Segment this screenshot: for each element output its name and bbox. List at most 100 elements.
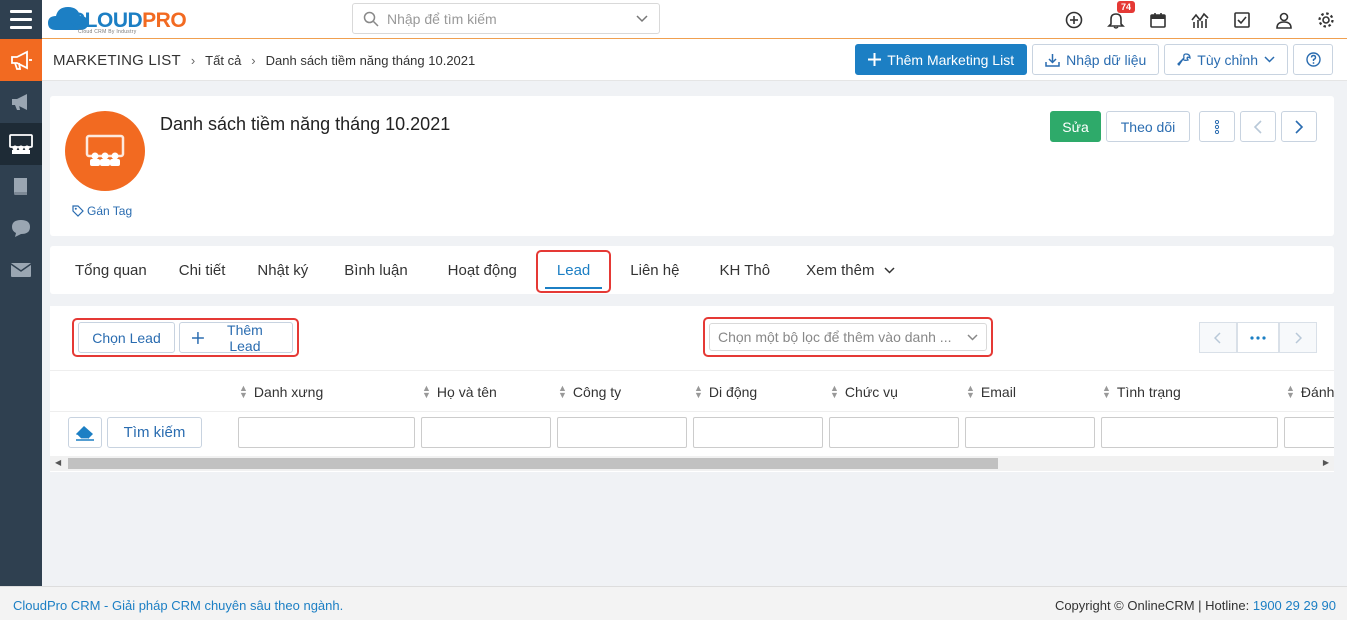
column-header-email[interactable]: ▲ ▼ Email [966,371,1016,413]
more-actions-button[interactable] [1199,111,1235,142]
megaphone-icon [11,50,32,70]
report-chart-icon[interactable] [1179,0,1221,39]
follow-button[interactable]: Theo dõi [1106,111,1190,142]
global-search-input[interactable]: Nhập để tìm kiếm [352,3,660,34]
edit-button[interactable]: Sửa [1050,111,1101,142]
tab-label: Tổng quan [75,261,147,279]
filter-select[interactable]: Chọn một bộ lọc để thêm vào danh ... [709,323,987,351]
next-page-button[interactable] [1279,322,1317,353]
filter-input-full-name[interactable] [421,417,551,448]
filter-input-email[interactable] [965,417,1095,448]
sort-icon: ▲ ▼ [1286,383,1295,400]
chevron-down-icon [1264,56,1275,63]
settings-gear-icon[interactable] [1305,0,1347,39]
add-marketing-list-button[interactable]: Thêm Marketing List [855,44,1028,75]
tab-details[interactable]: Chi tiết [163,246,242,294]
clear-filters-button[interactable] [68,417,102,448]
sort-icon: ▲ ▼ [830,383,839,400]
chevron-down-icon [967,333,978,341]
sidebar-item-email[interactable] [0,249,42,291]
import-data-button[interactable]: Nhập dữ liệu [1032,44,1160,75]
filter-input-company[interactable] [557,417,687,448]
tab-comments[interactable]: Bình luận [324,246,427,294]
task-checkbox-icon[interactable] [1221,0,1263,39]
notification-bell-icon[interactable]: 74 [1095,0,1137,39]
column-header-position[interactable]: ▲ ▼ Chức vụ [830,371,898,413]
column-header-rating[interactable]: ▲ ▼ Đánh [1286,371,1334,413]
tab-overview[interactable]: Tổng quan [59,246,163,294]
filter-input-salutation[interactable] [238,417,415,448]
column-header-mobile[interactable]: ▲ ▼ Di động [694,371,757,413]
tab-raw-customers[interactable]: KH Thô [700,246,791,294]
column-label: Di động [708,384,758,400]
search-icon [363,11,379,27]
tab-lead[interactable]: Lead [535,246,612,294]
next-record-button[interactable] [1281,111,1317,142]
previous-page-button[interactable] [1199,322,1237,353]
search-placeholder: Nhập để tìm kiếm [387,10,497,27]
megaphone-small-icon [12,94,27,110]
horizontal-scrollbar[interactable]: ◀ ▶ [50,456,1334,471]
calendar-icon[interactable] [1137,0,1179,39]
top-bar: CLOUDPRO Cloud CRM By Industry Nhập để t… [0,0,1347,39]
quick-create-icon[interactable] [1053,0,1095,39]
filter-input-mobile[interactable] [693,417,823,448]
sidebar-item-marketing[interactable] [0,39,42,81]
search-button[interactable]: Tìm kiếm [107,417,202,448]
notification-badge: 74 [1117,1,1136,13]
column-label: Chức vụ [844,384,898,400]
menu-toggle-icon[interactable] [0,0,42,39]
sort-icon: ▲ ▼ [1102,383,1111,400]
page-options-button[interactable] [1237,322,1279,353]
sidebar-item-comments[interactable] [0,207,42,249]
tab-label: Nhật ký [257,261,309,279]
previous-record-button[interactable] [1240,111,1276,142]
record-avatar [65,111,145,191]
breadcrumb-module[interactable]: MARKETING LIST [53,52,181,69]
scroll-left-arrow-icon[interactable]: ◀ [55,458,61,467]
assign-tag-link[interactable]: Gán Tag [72,204,132,218]
sidebar-item-marketing-list[interactable] [0,123,42,165]
import-data-label: Nhập dữ liệu [1066,51,1147,68]
column-header-status[interactable]: ▲ ▼ Tình trạng [1102,371,1181,413]
column-label: Email [980,384,1016,400]
filter-input-status[interactable] [1101,417,1278,448]
tab-activities[interactable]: Hoạt động [428,246,537,294]
column-header-full-name[interactable]: ▲ ▼ Họ và tên [422,371,497,413]
sidebar-item-campaign[interactable] [0,81,42,123]
footer-copyright: Copyright © OnlineCRM | Hotline: 1900 29… [1055,598,1336,613]
sidebar-item-documents[interactable] [0,165,42,207]
sort-icon: ▲ ▼ [694,383,703,400]
app-logo[interactable]: CLOUDPRO Cloud CRM By Industry [48,3,208,35]
scroll-right-arrow-icon[interactable]: ▶ [1323,458,1329,467]
column-header-company[interactable]: ▲ ▼ Công ty [558,371,621,413]
filter-input-position[interactable] [829,417,959,448]
customize-dropdown-button[interactable]: Tùy chỉnh [1164,44,1288,75]
scrollbar-thumb[interactable] [68,458,998,469]
tab-label: Chi tiết [178,261,226,279]
tab-label: Liên hệ [630,261,680,279]
filter-input-rating[interactable] [1284,417,1334,448]
add-lead-button[interactable]: Thêm Lead [179,321,293,354]
customize-label: Tùy chỉnh [1197,51,1258,68]
add-lead-label: Thêm Lead [227,321,263,354]
wrench-icon [1177,52,1191,66]
column-header-salutation[interactable]: ▲ ▼ Danh xưng [239,371,323,413]
breadcrumb-current: Danh sách tiềm năng tháng 10.2021 [265,52,476,68]
sort-icon: ▲ ▼ [422,383,431,400]
sort-icon: ▲ ▼ [239,383,248,400]
footer-tagline[interactable]: CloudPro CRM - Giải pháp CRM chuyên sâu … [13,598,343,613]
sort-icon: ▲ ▼ [558,383,567,400]
breadcrumb: MARKETING LIST › Tất cả › Danh sách tiềm… [53,39,475,81]
filter-placeholder: Chọn một bộ lọc để thêm vào danh ... [718,329,952,345]
tab-contacts[interactable]: Liên hệ [610,246,699,294]
user-profile-icon[interactable] [1263,0,1305,39]
chevron-right-icon [1295,119,1304,134]
select-lead-button[interactable]: Chọn Lead [78,322,175,353]
breadcrumb-all[interactable]: Tất cả [205,53,241,68]
help-button[interactable] [1293,44,1333,75]
tab-log[interactable]: Nhật ký [241,246,324,294]
hotline-number[interactable]: 1900 29 29 90 [1253,598,1336,613]
table-filter-row: Tìm kiếm [50,412,1334,454]
tab-more[interactable]: Xem thêm [790,246,911,294]
